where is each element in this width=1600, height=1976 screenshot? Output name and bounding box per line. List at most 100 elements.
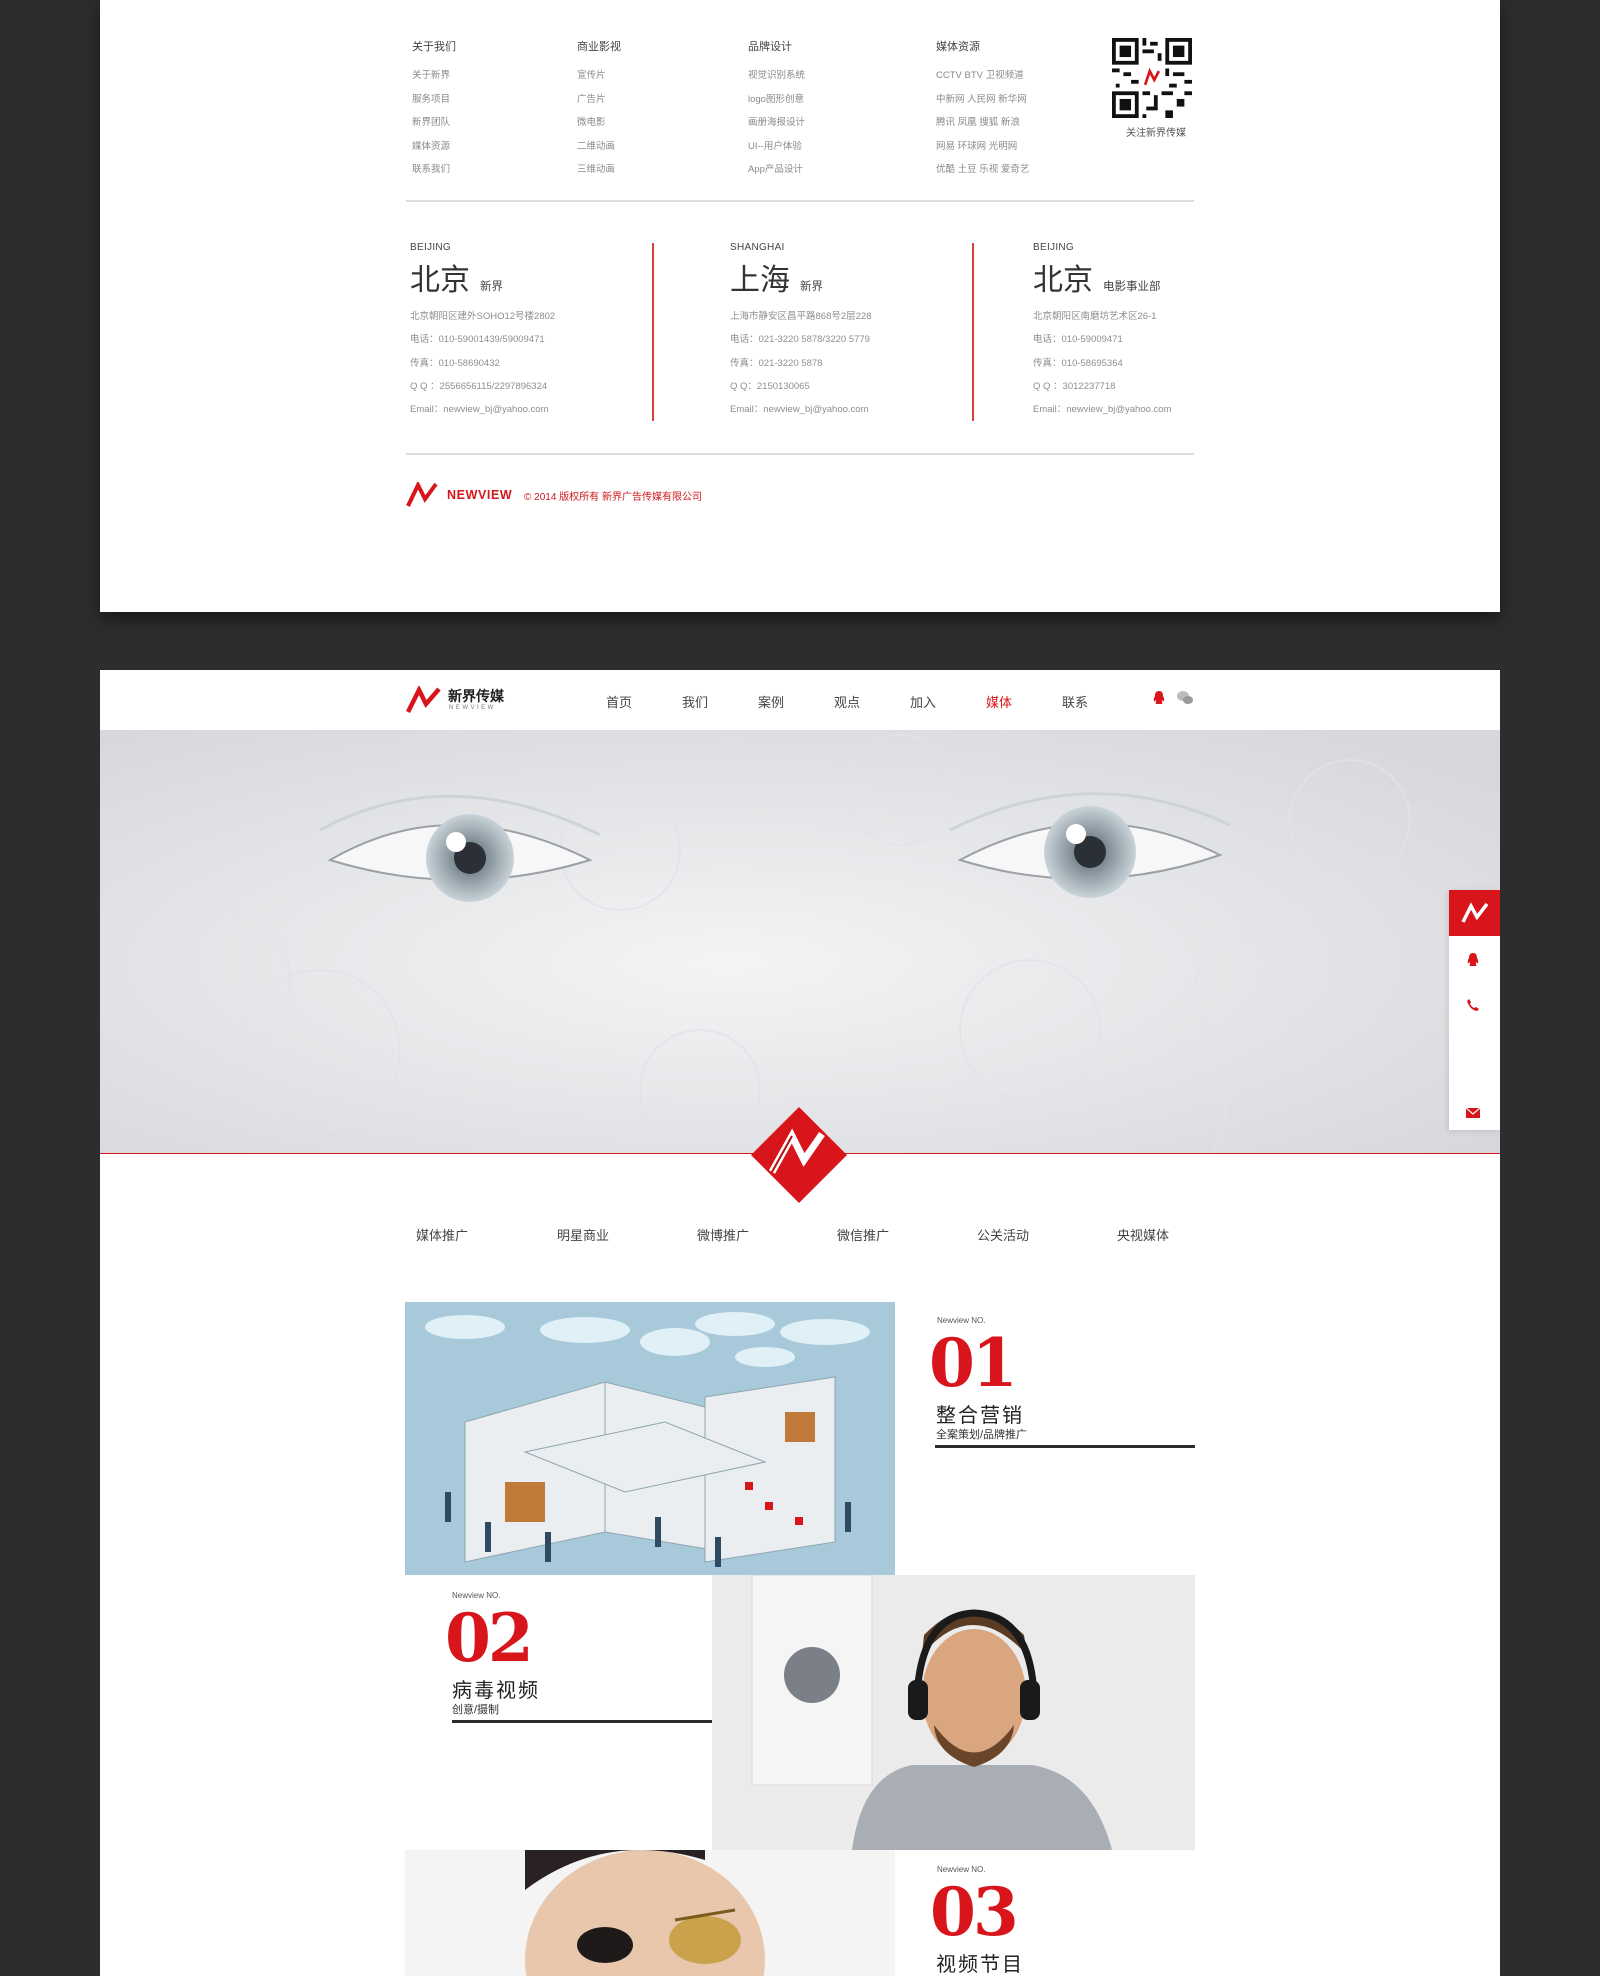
nav-item-cases[interactable]: 案例 xyxy=(758,692,784,711)
office-sub: 新界 xyxy=(480,279,503,293)
office-film: BEIJING 北京 电影事业部 北京朝阳区南磨坊艺术区26-1 电话：010-5… xyxy=(1033,242,1171,421)
category-wechat[interactable]: 微信推广 xyxy=(837,1225,889,1244)
man-headphones-photo xyxy=(712,1575,1195,1850)
brand-name: 新界传媒 xyxy=(448,688,504,704)
footer-link[interactable]: 视觉识别系统 xyxy=(748,64,805,88)
column-title: 品牌设计 xyxy=(748,41,792,53)
office-city: 北京 电影事业部 xyxy=(1033,255,1171,299)
office-line: 电话：021-3220 5878/3220 5779 xyxy=(730,334,870,346)
brand-name-en: NEWVIEW xyxy=(449,705,496,711)
feature-01-underline xyxy=(935,1445,1195,1448)
media-page-panel: 新界传媒 NEWVIEW 首页 我们 案例 观点 加入 媒体 联系 媒体推广 明… xyxy=(100,670,1500,1976)
office-line: 北京朝阳区南磨坊艺术区26-1 xyxy=(1033,311,1157,322)
phone-icon[interactable] xyxy=(1466,998,1480,1012)
feature-02-number: 02 xyxy=(445,1599,534,1677)
footer-link[interactable]: 中新网 人民网 新华网 xyxy=(936,88,1029,112)
category-media-promo[interactable]: 媒体推广 xyxy=(416,1225,468,1244)
office-separator xyxy=(652,243,654,421)
office-en: BEIJING xyxy=(410,242,451,253)
divider xyxy=(406,200,1194,202)
feature-01-number: 01 xyxy=(929,1324,1018,1402)
copyright: © 2014 版权所有 新界广告传媒有限公司 xyxy=(524,492,702,503)
woman-mask-photo xyxy=(405,1850,895,1976)
footer-link[interactable]: 新界团队 xyxy=(412,111,456,135)
office-line: 上海市静安区昌平路868号2层228 xyxy=(730,311,872,322)
sidebar-logo[interactable] xyxy=(1449,890,1500,936)
divider xyxy=(406,453,1194,455)
top-nav: 新界传媒 NEWVIEW 首页 我们 案例 观点 加入 媒体 联系 xyxy=(100,670,1500,730)
office-line: 电话：010-59009471 xyxy=(1033,334,1123,346)
office-shanghai: SHANGHAI 上海 新界 上海市静安区昌平路868号2层228 电话：021-… xyxy=(730,242,872,421)
office-line: Q Q ：3012237718 xyxy=(1033,380,1116,392)
office-en: SHANGHAI xyxy=(730,242,785,253)
footer-column-about: 关于我们 关于新界 服务项目 新界团队 媒体资源 联系我们 xyxy=(412,38,456,182)
footer-link[interactable]: 广告片 xyxy=(577,88,621,112)
footer-link[interactable]: 宣传片 xyxy=(577,64,621,88)
category-celebrity[interactable]: 明星商业 xyxy=(557,1225,609,1244)
qq-icon[interactable] xyxy=(1466,952,1480,968)
office-beijing: BEIJING 北京 新界 北京朝阳区建外SOHO12号楼2802 电话：010-… xyxy=(410,242,555,421)
footer-link[interactable]: 优酷 土豆 乐视 爱奇艺 xyxy=(936,158,1029,182)
hero-banner xyxy=(100,730,1500,1154)
footer-link[interactable]: logo图形创意 xyxy=(748,88,805,112)
feature-01-subtitle: 全案策划/品牌推广 xyxy=(936,1429,1028,1441)
footer-link[interactable]: 画册海报设计 xyxy=(748,111,805,135)
footer-panel: 关于我们 关于新界 服务项目 新界团队 媒体资源 联系我们 商业影视 宣传片 广… xyxy=(100,0,1500,612)
feature-02-underline xyxy=(452,1720,712,1723)
footer-column-media: 媒体资源 CCTV BTV 卫视频道 中新网 人民网 新华网 腾讯 凤凰 搜狐 … xyxy=(936,38,1029,182)
footer-link[interactable]: 联系我们 xyxy=(412,158,456,182)
column-title: 商业影视 xyxy=(577,41,621,53)
nav-item-home[interactable]: 首页 xyxy=(606,692,632,711)
category-weibo[interactable]: 微博推广 xyxy=(697,1225,749,1244)
qq-icon[interactable] xyxy=(1152,690,1166,706)
newview-logo-icon xyxy=(406,482,438,507)
nav-item-join[interactable]: 加入 xyxy=(910,692,936,711)
office-separator xyxy=(972,243,974,421)
office-city-name: 北京 xyxy=(1033,263,1093,298)
footer-link[interactable]: 三维动画 xyxy=(577,158,621,182)
footer-link[interactable]: 关于新界 xyxy=(412,64,456,88)
office-line: Q Q：2150130065 xyxy=(730,380,810,392)
office-city-name: 北京 xyxy=(410,263,470,298)
footer-link[interactable]: CCTV BTV 卫视频道 xyxy=(936,64,1029,88)
footer-link[interactable]: 网易 环球网 光明网 xyxy=(936,135,1029,159)
category-pr-events[interactable]: 公关活动 xyxy=(977,1225,1029,1244)
newview-logo-icon[interactable] xyxy=(406,686,444,714)
office-line: 北京朝阳区建外SOHO12号楼2802 xyxy=(410,311,556,322)
footer-link[interactable]: App产品设计 xyxy=(748,158,805,182)
feature-02-title: 病毒视频 xyxy=(452,1680,540,1702)
office-line: Email：newview_bj@yahoo.com xyxy=(410,404,549,416)
feature-03-number: 03 xyxy=(930,1873,1019,1951)
office-en: BEIJING xyxy=(1033,242,1074,253)
footer-link[interactable]: 二维动画 xyxy=(577,135,621,159)
feature-03-title: 视频节目 xyxy=(936,1954,1024,1976)
feature-02-image[interactable] xyxy=(712,1575,1195,1850)
footer-link[interactable]: 微电影 xyxy=(577,111,621,135)
footer-column-film: 商业影视 宣传片 广告片 微电影 二维动画 三维动画 xyxy=(577,38,621,182)
wechat-icon[interactable] xyxy=(1176,690,1194,706)
office-line: Q Q ：2556656115/2297896324 xyxy=(410,380,548,392)
office-city-name: 上海 xyxy=(730,263,790,298)
nav-item-about[interactable]: 我们 xyxy=(682,692,708,711)
hero-eyes-image xyxy=(100,730,1500,1154)
office-sub: 电影事业部 xyxy=(1103,279,1161,293)
column-title: 关于我们 xyxy=(412,41,456,53)
footer-link[interactable]: UI--用户体验 xyxy=(748,135,805,159)
nav-item-media[interactable]: 媒体 xyxy=(986,692,1012,711)
office-city: 北京 新界 xyxy=(410,255,555,299)
footer-link[interactable]: 媒体资源 xyxy=(412,135,456,159)
mail-icon[interactable] xyxy=(1466,1108,1480,1118)
feature-03-image[interactable] xyxy=(405,1850,895,1976)
nav-item-views[interactable]: 观点 xyxy=(834,692,860,711)
category-cctv[interactable]: 央视媒体 xyxy=(1117,1225,1169,1244)
office-city: 上海 新界 xyxy=(730,255,872,299)
feature-01-image[interactable] xyxy=(405,1302,895,1575)
nav-item-contact[interactable]: 联系 xyxy=(1062,692,1088,711)
feature-01-title: 整合营销 xyxy=(936,1405,1024,1427)
city-illustration xyxy=(405,1302,895,1575)
newview-diamond-logo-icon xyxy=(751,1107,847,1203)
footer-link[interactable]: 服务项目 xyxy=(412,88,456,112)
footer-link[interactable]: 腾讯 凤凰 搜狐 新浪 xyxy=(936,111,1029,135)
office-line: 传真：021-3220 5878 xyxy=(730,357,823,369)
office-line: Email：newview_bj@yahoo.com xyxy=(1033,404,1172,416)
